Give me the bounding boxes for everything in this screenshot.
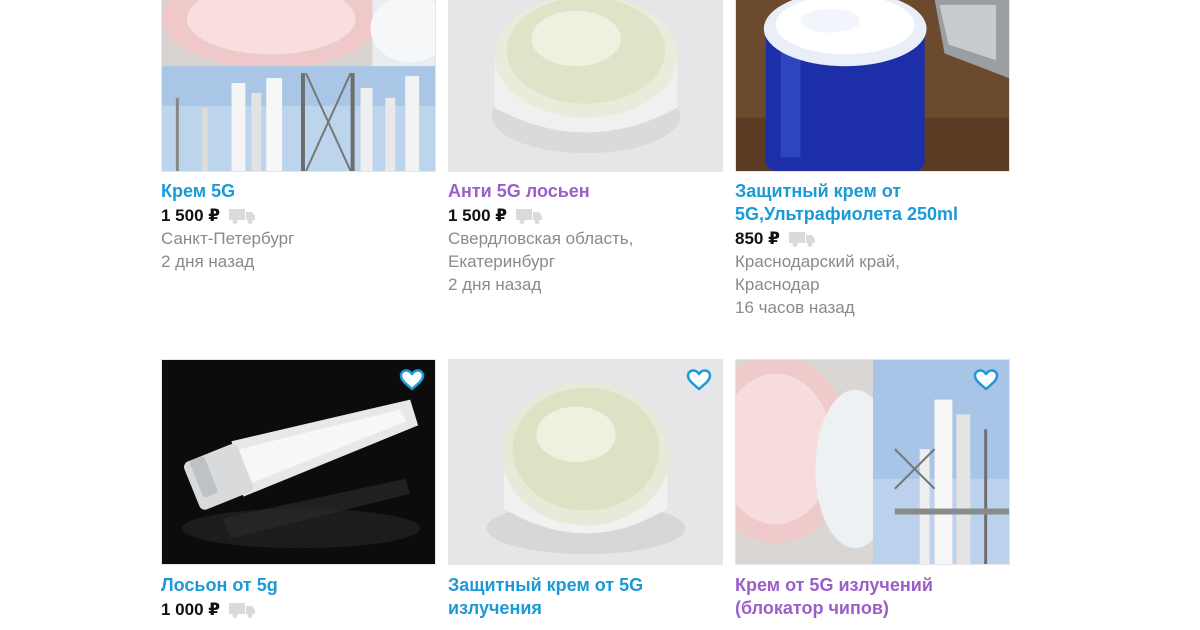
listing-photo-lotion-jar[interactable] (448, 359, 723, 565)
listing-title-line: Крем от 5G излучений (735, 575, 933, 595)
listing-photo-tube[interactable] (161, 359, 436, 565)
listing-title: Лосьон от 5g (161, 575, 278, 595)
heart-icon[interactable] (399, 368, 425, 392)
listing-photo-lotion-jar[interactable] (448, 0, 723, 172)
listing-location: Свердловская область, Екатеринбург (448, 227, 723, 273)
listing-price: 1 000 ₽ (161, 599, 221, 619)
listing-title-line: Защитный крем от (735, 181, 902, 201)
listing-photo-cream-towers[interactable] (161, 0, 436, 172)
listing-date: 2 дня назад (448, 275, 542, 294)
listing-price: 1 500 ₽ (448, 205, 508, 225)
listing-title-link[interactable]: Крем 5G (161, 180, 436, 203)
heart-icon[interactable] (973, 368, 999, 392)
listing-location-line: Краснодар (735, 275, 820, 294)
listing-title-link[interactable]: Лосьон от 5g (161, 574, 436, 597)
listings-grid: Крем 5G 1 500 ₽ Санкт-Петербург 2 дня на… (0, 0, 1200, 630)
truck-icon (788, 231, 815, 247)
heart-icon[interactable] (686, 368, 712, 392)
favorite-heart-svg (973, 369, 999, 391)
listing-location-line: Екатеринбург (448, 252, 555, 271)
listing-title-line: 5G,Ультрафиолета 250ml (735, 204, 959, 224)
listing-title-link[interactable]: Защитный крем от 5G излучения (448, 574, 723, 620)
listing-title: Анти 5G лосьен (448, 181, 590, 201)
listing-title-link[interactable]: Защитный крем от 5G,Ультрафиолета 250ml (735, 180, 1010, 226)
listing-title-line: (блокатор чипов) (735, 598, 889, 618)
listing-photo-cream-towers[interactable] (735, 359, 1010, 565)
listing-title-link[interactable]: Анти 5G лосьен (448, 180, 723, 203)
listing-location-line: Свердловская область, (448, 229, 634, 248)
listing-location: Краснодарский край, Краснодар (735, 250, 1010, 296)
favorite-heart-svg (686, 369, 712, 391)
favorite-heart-svg (399, 369, 425, 391)
listing-title-line: излучения (448, 598, 542, 618)
listing-location-line: Краснодарский край, (735, 252, 900, 271)
listing-photo-blue-jar[interactable] (735, 0, 1010, 172)
listing-title-link[interactable]: Крем от 5G излучений (блокатор чипов) (735, 574, 1010, 620)
listing-title: Крем 5G (161, 181, 236, 201)
truck-icon (229, 602, 256, 618)
listing-price: 1 500 ₽ (161, 205, 221, 225)
truck-icon (516, 208, 543, 224)
listing-title-line: Защитный крем от 5G (448, 575, 644, 595)
listing-date: 2 дня назад (161, 252, 255, 271)
truck-icon (229, 208, 256, 224)
listing-location: Санкт-Петербург (161, 229, 295, 248)
listing-price: 850 ₽ (735, 228, 780, 248)
listing-date: 16 часов назад (735, 298, 855, 317)
